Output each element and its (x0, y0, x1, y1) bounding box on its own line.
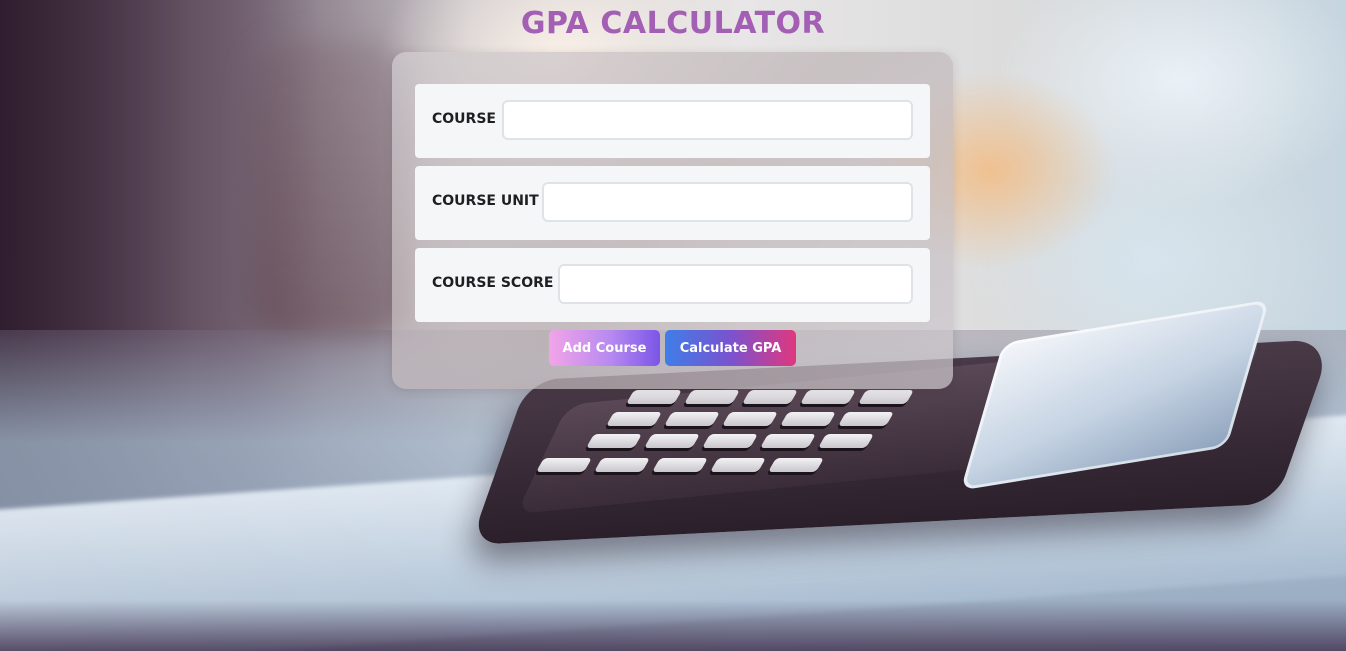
calculator-key (759, 434, 817, 448)
course-label: COURSE (432, 111, 496, 127)
calculator-key (817, 434, 875, 448)
gpa-form-panel: COURSE COURSE UNIT COURSE SCORE Add Cour… (392, 52, 953, 389)
calculator-key (605, 412, 663, 426)
calculator-key (857, 390, 915, 404)
course-field-row: COURSE (415, 84, 930, 158)
course-unit-label: COURSE UNIT (432, 193, 539, 209)
add-course-button[interactable]: Add Course (549, 330, 660, 366)
calculator-key (779, 412, 837, 426)
calculator-key (721, 412, 779, 426)
page-title: GPA CALCULATOR (520, 6, 826, 41)
calculator-key (837, 412, 895, 426)
course-score-field-row: COURSE SCORE (415, 248, 930, 322)
calculator-key (799, 390, 857, 404)
background-chair (250, 40, 410, 340)
calculator-key (701, 434, 759, 448)
calculator-display (960, 299, 1270, 491)
background-shadow-left (0, 0, 320, 651)
calculator-key (709, 458, 767, 472)
calculator-key (535, 458, 593, 472)
calculator-key (643, 434, 701, 448)
calculator-key (683, 390, 741, 404)
calculate-gpa-button[interactable]: Calculate GPA (665, 330, 796, 366)
calculator-key (651, 458, 709, 472)
calculator-key (585, 434, 643, 448)
calculator-key (625, 390, 683, 404)
calculator-key (741, 390, 799, 404)
course-score-label: COURSE SCORE (432, 275, 554, 291)
calculator-key (767, 458, 825, 472)
course-unit-field-row: COURSE UNIT (415, 166, 930, 240)
course-input[interactable] (502, 100, 913, 140)
calculator-key (663, 412, 721, 426)
background-shadow-bottom (0, 600, 1346, 651)
course-score-input[interactable] (558, 264, 913, 304)
background-papers (0, 407, 1346, 651)
course-unit-input[interactable] (542, 182, 913, 222)
calculator-key (593, 458, 651, 472)
